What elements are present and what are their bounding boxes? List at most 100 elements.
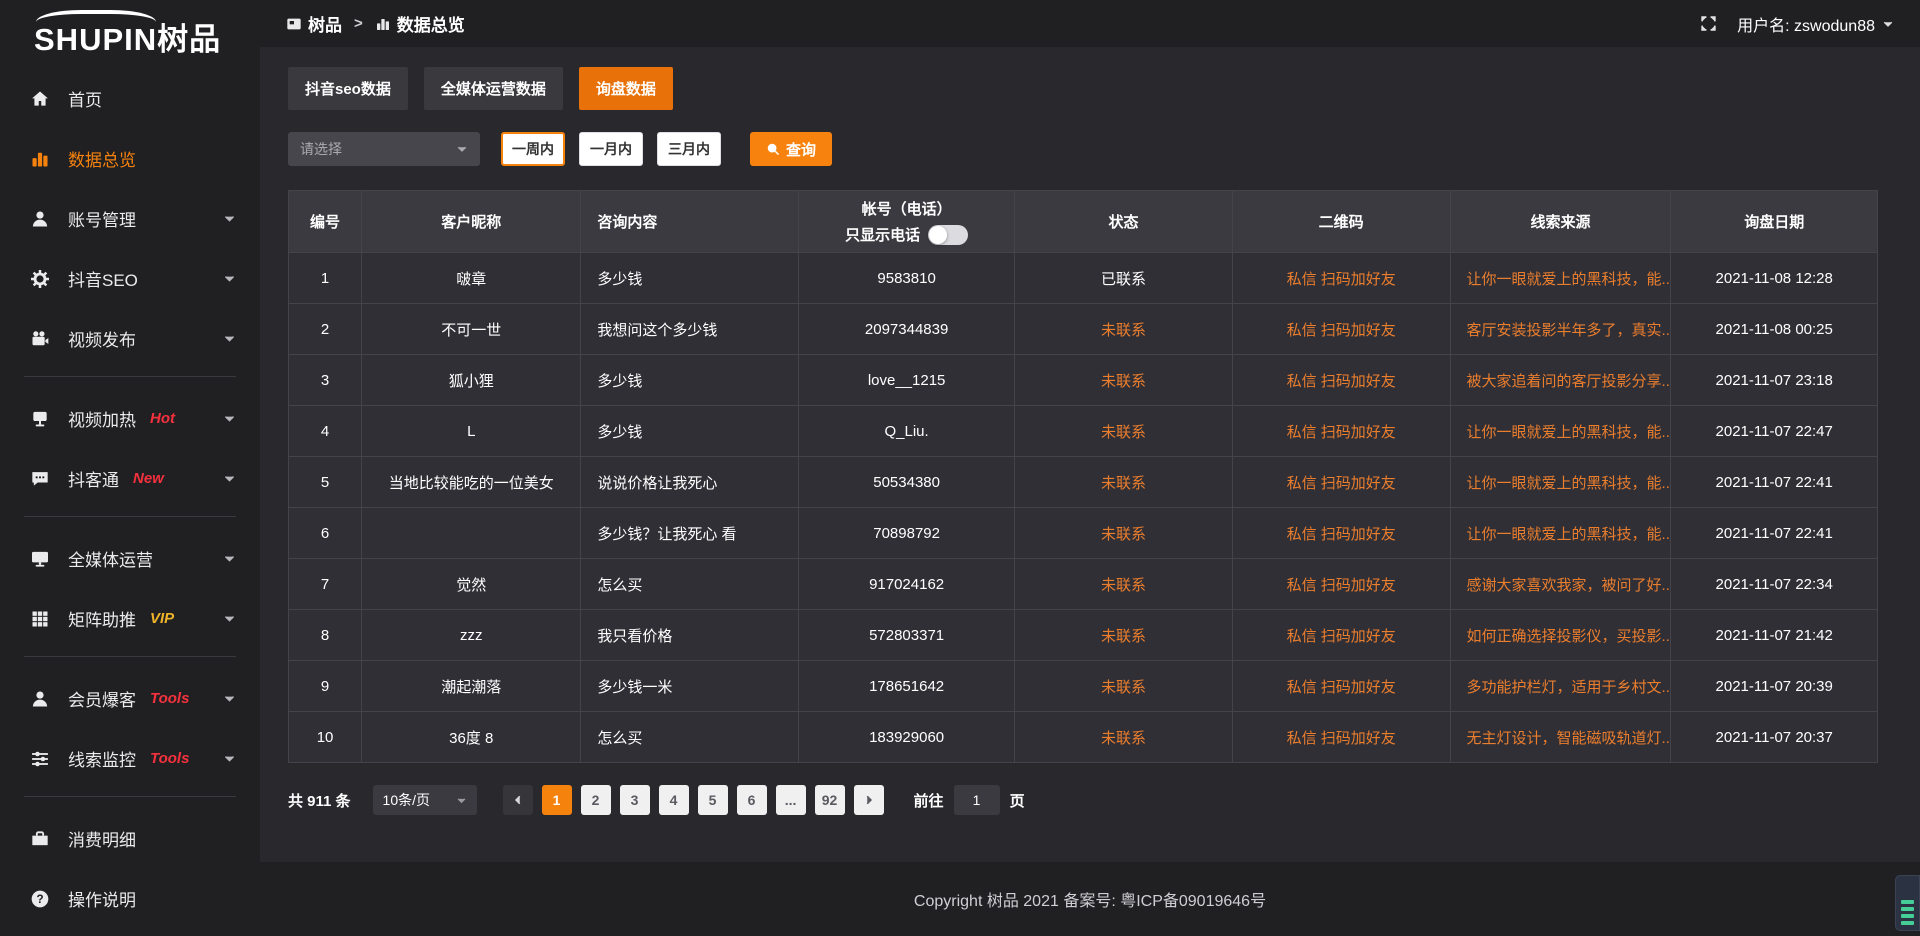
scan-add-friend-link[interactable]: 扫码加好友: [1321, 271, 1396, 288]
cell-no: 6: [289, 508, 362, 559]
source-link[interactable]: 无主灯设计，智能磁吸轨道灯...: [1467, 730, 1671, 747]
scan-add-friend-link[interactable]: 扫码加好友: [1321, 526, 1396, 543]
page-button[interactable]: 3: [620, 785, 650, 815]
page-size-select[interactable]: 10条/页: [373, 785, 477, 815]
cell-nickname: 啵章: [362, 253, 581, 304]
range-button[interactable]: 三月内: [657, 132, 721, 166]
chevron-down-icon: [223, 752, 236, 765]
source-link[interactable]: 客厅安装投影半年多了，真实...: [1467, 322, 1671, 339]
scan-add-friend-link[interactable]: 扫码加好友: [1321, 475, 1396, 492]
cell-account: 70898792: [799, 508, 1015, 559]
private-message-link[interactable]: 私信: [1287, 373, 1317, 390]
user-menu[interactable]: 用户名: zswodun88: [1737, 12, 1894, 36]
cell-nickname: 潮起潮落: [362, 661, 581, 712]
private-message-link[interactable]: 私信: [1287, 424, 1317, 441]
tab[interactable]: 询盘数据: [579, 67, 673, 110]
sidebar-divider: [24, 516, 236, 517]
wallet-icon: [30, 829, 50, 849]
table-body: 1 啵章 多少钱 9583810 已联系 私信 扫码加好友 让你一眼就爱上的黑科…: [289, 253, 1878, 763]
scan-add-friend-link[interactable]: 扫码加好友: [1321, 679, 1396, 696]
cell-qrcode: 私信 扫码加好友: [1232, 355, 1450, 406]
private-message-link[interactable]: 私信: [1287, 577, 1317, 594]
cell-nickname: 当地比较能吃的一位美女: [362, 457, 581, 508]
cell-qrcode: 私信 扫码加好友: [1232, 406, 1450, 457]
cell-no: 5: [289, 457, 362, 508]
cell-nickname: 狐小狸: [362, 355, 581, 406]
pagination: 共 911 条 10条/页 1 2 3 4 5 6 ... 92 前往 页: [288, 785, 1878, 815]
scan-add-friend-link[interactable]: 扫码加好友: [1321, 730, 1396, 747]
sidebar-item[interactable]: 矩阵助推 VIP: [0, 596, 260, 641]
page-button[interactable]: 4: [659, 785, 689, 815]
filter-row: 请选择 一周内 一月内 三月内 查询: [288, 132, 1878, 166]
breadcrumb-item-home[interactable]: 树品: [308, 11, 342, 36]
goto-page-input[interactable]: [954, 785, 1000, 815]
next-page-button[interactable]: [854, 785, 884, 815]
scan-add-friend-link[interactable]: 扫码加好友: [1321, 424, 1396, 441]
phone-only-toggle[interactable]: [928, 225, 968, 245]
private-message-link[interactable]: 私信: [1287, 271, 1317, 288]
sidebar-item[interactable]: 视频发布: [0, 316, 260, 361]
sidebar-item[interactable]: 视频加热 Hot: [0, 396, 260, 441]
tab[interactable]: 抖音seo数据: [288, 67, 408, 110]
sidebar-item[interactable]: ? 操作说明: [0, 876, 260, 921]
page-button[interactable]: ...: [776, 785, 806, 815]
page-button[interactable]: 2: [581, 785, 611, 815]
cell-no: 4: [289, 406, 362, 457]
sidebar-item[interactable]: 线索监控 Tools: [0, 736, 260, 781]
cell-status: 未联系: [1015, 661, 1233, 712]
scan-add-friend-link[interactable]: 扫码加好友: [1321, 577, 1396, 594]
sidebar-item[interactable]: 会员爆客 Tools: [0, 676, 260, 721]
logo: SHUPIN树品: [0, 0, 260, 60]
cell-content: 多少钱？让我死心 看: [581, 508, 799, 559]
private-message-link[interactable]: 私信: [1287, 526, 1317, 543]
cell-account: 183929060: [799, 712, 1015, 763]
floating-widget[interactable]: [1895, 875, 1920, 931]
filter-select[interactable]: 请选择: [288, 132, 480, 166]
cell-content: 怎么买: [581, 559, 799, 610]
source-link[interactable]: 让你一眼就爱上的黑科技，能...: [1467, 271, 1671, 288]
page-button[interactable]: 6: [737, 785, 767, 815]
private-message-link[interactable]: 私信: [1287, 679, 1317, 696]
tab[interactable]: 全媒体运营数据: [424, 67, 563, 110]
query-button[interactable]: 查询: [750, 132, 832, 166]
chevron-down-icon: [223, 412, 236, 425]
scan-add-friend-link[interactable]: 扫码加好友: [1321, 322, 1396, 339]
page-button[interactable]: 92: [815, 785, 845, 815]
range-button[interactable]: 一月内: [579, 132, 643, 166]
page-button[interactable]: 1: [542, 785, 572, 815]
source-link[interactable]: 感谢大家喜欢我家，被问了好...: [1467, 577, 1671, 594]
sidebar-item[interactable]: 首页: [0, 76, 260, 121]
cell-date: 2021-11-07 23:18: [1671, 355, 1878, 406]
cell-source: 让你一眼就爱上的黑科技，能...: [1450, 508, 1671, 559]
private-message-link[interactable]: 私信: [1287, 475, 1317, 492]
sidebar-item[interactable]: 抖音SEO: [0, 256, 260, 301]
source-link[interactable]: 让你一眼就爱上的黑科技，能...: [1467, 526, 1671, 543]
private-message-link[interactable]: 私信: [1287, 628, 1317, 645]
sidebar-item[interactable]: 账号管理: [0, 196, 260, 241]
cell-account: 178651642: [799, 661, 1015, 712]
private-message-link[interactable]: 私信: [1287, 730, 1317, 747]
source-link[interactable]: 让你一眼就爱上的黑科技，能...: [1467, 475, 1671, 492]
source-link[interactable]: 多功能护栏灯，适用于乡村文...: [1467, 679, 1671, 696]
sidebar-item[interactable]: 全媒体运营: [0, 536, 260, 581]
page-button[interactable]: 5: [698, 785, 728, 815]
scan-add-friend-link[interactable]: 扫码加好友: [1321, 373, 1396, 390]
main-content: 抖音seo数据 全媒体运营数据 询盘数据 请选择 一周内 一月内 三月内 查询: [260, 47, 1920, 862]
sidebar-item[interactable]: 消费明细: [0, 816, 260, 861]
range-button[interactable]: 一周内: [501, 132, 565, 166]
source-link[interactable]: 如何正确选择投影仪，买投影...: [1467, 628, 1671, 645]
source-link[interactable]: 让你一眼就爱上的黑科技，能...: [1467, 424, 1671, 441]
sidebar-item[interactable]: 数据总览: [0, 136, 260, 181]
chevron-down-icon: [1882, 18, 1894, 30]
logo-text: SHUPIN树品: [34, 22, 260, 58]
video-icon: [30, 329, 50, 349]
table-row: 4 L 多少钱 Q_Liu. 未联系 私信 扫码加好友 让你一眼就爱上的黑科技，…: [289, 406, 1878, 457]
scan-add-friend-link[interactable]: 扫码加好友: [1321, 628, 1396, 645]
table-row: 9 潮起潮落 多少钱一米 178651642 未联系 私信 扫码加好友 多功能护…: [289, 661, 1878, 712]
private-message-link[interactable]: 私信: [1287, 322, 1317, 339]
sidebar-item[interactable]: 抖客通 New: [0, 456, 260, 501]
source-link[interactable]: 被大家追着问的客厅投影分享...: [1467, 373, 1671, 390]
fullscreen-icon[interactable]: [1700, 15, 1717, 32]
sidebar: SHUPIN树品 首页 数据总览 账号管理 抖音SEO 视频发布 视频加热 H: [0, 0, 260, 936]
prev-page-button[interactable]: [503, 785, 533, 815]
